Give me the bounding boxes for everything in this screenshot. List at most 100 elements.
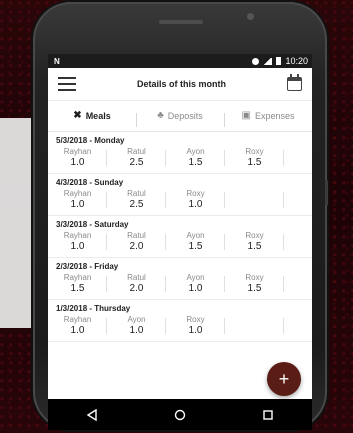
member-value: 1.0 bbox=[70, 199, 85, 210]
day-header: 2/3/2018 - Friday bbox=[56, 262, 119, 271]
member-cell: Roxy 1.5 bbox=[225, 145, 284, 173]
member-name: Ratul bbox=[127, 231, 146, 240]
member-cell bbox=[225, 313, 284, 341]
member-value: 1.0 bbox=[70, 325, 85, 336]
recents-button[interactable] bbox=[251, 405, 285, 425]
member-value: 1.0 bbox=[188, 199, 203, 210]
status-icons: 10:20 bbox=[252, 56, 308, 66]
member-value: 1.0 bbox=[70, 157, 85, 168]
app-bar: Details of this month bbox=[48, 68, 312, 101]
plus-icon: + bbox=[278, 368, 290, 389]
day-section: 1/3/2018 - Thursday Rayhan 1.0 Ayon 1.0 … bbox=[48, 300, 312, 342]
tab-label-expenses: Expenses bbox=[254, 111, 295, 121]
receipt-icon: ▣ bbox=[241, 110, 251, 121]
day-row: Rayhan 1.0 Ratul 2.5 Roxy 1.0 bbox=[48, 187, 312, 216]
tab-bar: ✖ Meals ♣ Deposits ▣ Expenses bbox=[48, 101, 312, 132]
signal-icon bbox=[263, 57, 273, 65]
member-value: 2.0 bbox=[129, 283, 144, 294]
member-cell: Ratul 2.5 bbox=[107, 145, 166, 173]
member-cell: Ratul 2.5 bbox=[107, 187, 166, 215]
day-row: Rayhan 1.0 Ayon 1.0 Roxy 1.0 bbox=[48, 313, 312, 342]
member-value: 1.5 bbox=[247, 157, 262, 168]
day-section: 4/3/2018 - Sunday Rayhan 1.0 Ratul 2.5 R… bbox=[48, 174, 312, 216]
member-value: 1.5 bbox=[247, 241, 262, 252]
day-section: 5/3/2018 - Monday Rayhan 1.0 Ratul 2.5 A… bbox=[48, 132, 312, 174]
add-button[interactable]: + bbox=[267, 362, 301, 396]
status-time: 10:20 bbox=[285, 56, 308, 66]
member-cell: Rayhan 1.0 bbox=[48, 313, 107, 341]
member-cell: Roxy 1.5 bbox=[225, 229, 284, 257]
member-cell: Rayhan 1.5 bbox=[48, 271, 107, 299]
power-button bbox=[325, 180, 328, 206]
day-row: Rayhan 1.0 Ratul 2.0 Ayon 1.5 Roxy 1.5 bbox=[48, 229, 312, 258]
day-row: Rayhan 1.5 Ratul 2.0 Ayon 1.0 Roxy 1.5 bbox=[48, 271, 312, 300]
member-cell: Ratul 2.0 bbox=[107, 271, 166, 299]
member-cell: Ayon 1.0 bbox=[107, 313, 166, 341]
tab-expenses[interactable]: ▣ Expenses bbox=[224, 110, 312, 127]
do-not-disturb-icon bbox=[252, 57, 260, 65]
member-name: Ratul bbox=[127, 147, 146, 156]
tab-deposits[interactable]: ♣ Deposits bbox=[136, 111, 224, 127]
member-value: 1.5 bbox=[188, 157, 203, 168]
member-cell: Ayon 1.5 bbox=[166, 145, 225, 173]
back-icon bbox=[86, 408, 97, 421]
tab-meals[interactable]: ✖ Meals bbox=[48, 110, 136, 122]
member-value: 1.0 bbox=[188, 283, 203, 294]
member-name: Roxy bbox=[186, 315, 205, 324]
member-name: Rayhan bbox=[63, 273, 92, 282]
member-cell: Ayon 1.0 bbox=[166, 271, 225, 299]
tab-label-deposits: Deposits bbox=[167, 111, 203, 121]
member-name: Ayon bbox=[186, 147, 205, 156]
member-name: Rayhan bbox=[63, 315, 92, 324]
meals-list: 5/3/2018 - Monday Rayhan 1.0 Ratul 2.5 A… bbox=[48, 132, 312, 342]
day-row: Rayhan 1.0 Ratul 2.5 Ayon 1.5 Roxy 1.5 bbox=[48, 145, 312, 174]
app-screen: N 10:20 Details of this month ✖ Meals ♣ … bbox=[48, 54, 312, 430]
android-nav-bar bbox=[48, 399, 312, 430]
member-name: Ayon bbox=[127, 315, 146, 324]
member-value: 1.0 bbox=[188, 325, 203, 336]
member-name: Roxy bbox=[186, 189, 205, 198]
member-name: Ayon bbox=[186, 231, 205, 240]
speaker-grille bbox=[159, 20, 203, 24]
member-value: 2.5 bbox=[129, 199, 144, 210]
member-cell: Rayhan 1.0 bbox=[48, 229, 107, 257]
member-name: Roxy bbox=[245, 231, 264, 240]
member-name: Ratul bbox=[127, 273, 146, 282]
recents-icon bbox=[263, 409, 273, 420]
back-button[interactable] bbox=[75, 405, 109, 425]
member-name: Rayhan bbox=[63, 231, 92, 240]
member-name: Ratul bbox=[127, 189, 146, 198]
member-cell: Roxy 1.0 bbox=[166, 187, 225, 215]
member-value: 1.5 bbox=[188, 241, 203, 252]
home-icon bbox=[174, 409, 186, 420]
member-name: Ayon bbox=[186, 273, 205, 282]
member-cell: Rayhan 1.0 bbox=[48, 187, 107, 215]
day-section: 2/3/2018 - Friday Rayhan 1.5 Ratul 2.0 A… bbox=[48, 258, 312, 300]
day-header: 4/3/2018 - Sunday bbox=[56, 178, 124, 187]
day-section: 3/3/2018 - Saturday Rayhan 1.0 Ratul 2.0… bbox=[48, 216, 312, 258]
page-title: Details of this month bbox=[136, 79, 226, 89]
member-value: 1.0 bbox=[70, 241, 85, 252]
notification-icon: N bbox=[54, 56, 60, 66]
day-header: 3/3/2018 - Saturday bbox=[56, 220, 129, 229]
member-cell: Ratul 2.0 bbox=[107, 229, 166, 257]
calendar-icon[interactable] bbox=[286, 74, 302, 91]
member-cell: Rayhan 1.0 bbox=[48, 145, 107, 173]
member-value: 1.0 bbox=[129, 325, 144, 336]
member-name: Roxy bbox=[245, 147, 264, 156]
home-button[interactable] bbox=[163, 405, 197, 425]
day-header: 5/3/2018 - Monday bbox=[56, 136, 125, 145]
member-name: Rayhan bbox=[63, 147, 92, 156]
battery-icon bbox=[276, 57, 282, 65]
member-cell: Roxy 1.0 bbox=[166, 313, 225, 341]
front-camera bbox=[247, 13, 254, 20]
member-name: Rayhan bbox=[63, 189, 92, 198]
member-name: Roxy bbox=[245, 273, 264, 282]
member-cell: Ayon 1.5 bbox=[166, 229, 225, 257]
day-header: 1/3/2018 - Thursday bbox=[56, 304, 131, 313]
status-bar: N 10:20 bbox=[48, 54, 312, 68]
menu-icon[interactable] bbox=[58, 77, 76, 91]
member-value: 2.5 bbox=[129, 157, 144, 168]
member-cell: Roxy 1.5 bbox=[225, 271, 284, 299]
meal-icon: ✖ bbox=[73, 110, 82, 121]
